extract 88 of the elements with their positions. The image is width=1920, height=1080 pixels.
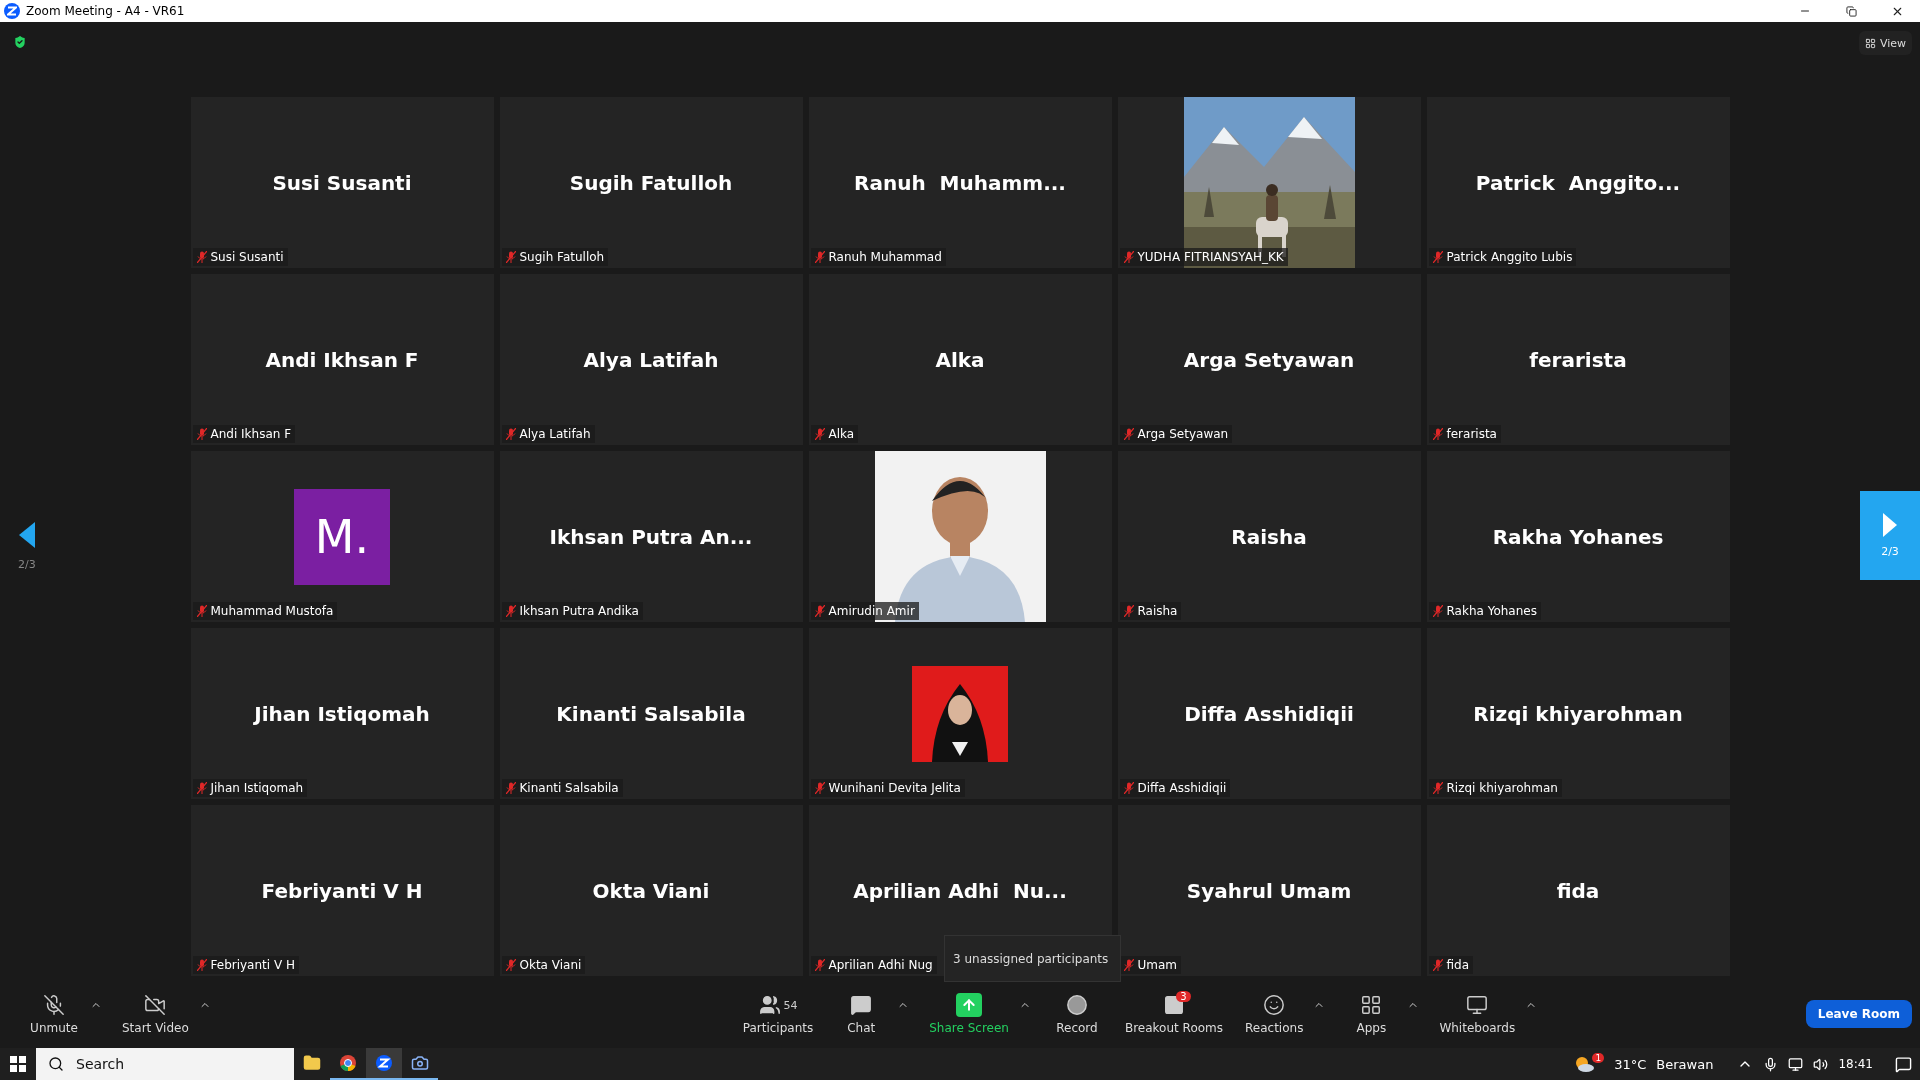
participant-label: Umam xyxy=(1137,958,1177,972)
participant-name: Okta Viani xyxy=(592,878,710,903)
whiteboards-button[interactable]: Whiteboards xyxy=(1433,989,1522,1039)
notification-icon[interactable] xyxy=(1895,1055,1912,1073)
restore-icon xyxy=(1845,5,1857,17)
smiley-icon xyxy=(1263,994,1286,1016)
participants-button[interactable]: 54 Participants xyxy=(736,989,820,1039)
muted-mic-icon xyxy=(43,994,65,1016)
participant-label: ferarista xyxy=(1446,427,1497,441)
participant-name: Kinanti Salsabila xyxy=(556,701,746,726)
participant-label: Ranuh Muhammad xyxy=(828,250,942,264)
zoom-app-icon[interactable] xyxy=(366,1048,402,1080)
participant-name: Diffa Asshidiqii xyxy=(1184,701,1354,726)
record-icon xyxy=(1065,994,1088,1016)
participant-label: Okta Viani xyxy=(519,958,582,972)
record-button[interactable]: Record xyxy=(1044,989,1109,1039)
participant-label: Andi Ikhsan F xyxy=(210,427,292,441)
participant-name: Jihan Istiqomah xyxy=(254,701,430,726)
breakout-button[interactable]: Breakout Rooms 3 xyxy=(1118,989,1229,1039)
participant-label: Alya Latifah xyxy=(519,427,591,441)
participant-label: Febriyanti V H xyxy=(210,958,295,972)
share-button[interactable]: Share Screen xyxy=(923,989,1015,1039)
participant-label: Alka xyxy=(828,427,855,441)
video-button[interactable]: Start Video xyxy=(116,989,195,1039)
participant-label: Rakha Yohanes xyxy=(1446,604,1537,618)
participant-label: YUDHA FITRIANSYAH_KK xyxy=(1137,250,1284,264)
participant-name: Patrick Anggito... xyxy=(1475,170,1681,195)
participant-label: Jihan Istiqomah xyxy=(210,781,304,795)
next-arrow-icon xyxy=(1883,513,1897,537)
participant-name: Alya Latifah xyxy=(583,347,719,372)
view-button[interactable]: View xyxy=(1858,31,1912,55)
weather-icon xyxy=(1574,1055,1595,1073)
search-icon xyxy=(48,1056,64,1072)
temperature: 31°C xyxy=(1614,1056,1647,1072)
participant-name: Rakha Yohanes xyxy=(1492,524,1664,549)
participant-label: Kinanti Salsabila xyxy=(519,781,619,795)
participant-name: Sugih Fatulloh xyxy=(569,170,733,195)
participant-name: Andi Ikhsan F xyxy=(265,347,419,372)
participant-label: Wunihani Devita Jelita xyxy=(828,781,961,795)
participant-label: Muhammad Mustofa xyxy=(210,604,334,618)
participant-name: Raisha xyxy=(1231,524,1307,549)
participant-label: Diffa Asshidiqii xyxy=(1137,781,1227,795)
participant-name: Ikhsan Putra An... xyxy=(549,524,753,549)
chat-icon xyxy=(850,994,873,1016)
participant-name: Febriyanti V H xyxy=(261,878,423,903)
participant-label: Patrick Anggito Lubis xyxy=(1446,250,1573,264)
participant-name: Rizqi khiyarohman xyxy=(1473,701,1683,726)
participant-name: Alka xyxy=(935,347,985,372)
participant-name: Susi Susanti xyxy=(272,170,412,195)
page-indicator: 2/3 xyxy=(18,558,36,571)
mic-button[interactable]: Unmute xyxy=(22,989,86,1039)
app-logo xyxy=(4,3,20,19)
apps-button[interactable]: Apps xyxy=(1339,989,1404,1039)
participant-label: Ikhsan Putra Andika xyxy=(519,604,639,618)
participant-label: Rizqi khiyarohman xyxy=(1446,781,1558,795)
whiteboard-icon xyxy=(1466,994,1489,1016)
participant-name: fida xyxy=(1556,878,1600,903)
leave-room-button[interactable]: Leave Room xyxy=(1805,1000,1912,1028)
avatar-initial: M. xyxy=(294,488,390,585)
tooltip-text: 3 unassigned participants xyxy=(953,951,1109,966)
apps-icon xyxy=(1360,994,1383,1016)
participant-label: Arga Setyawan xyxy=(1137,427,1229,441)
video-off-icon xyxy=(144,994,167,1016)
participant-name: Arga Setyawan xyxy=(1183,347,1355,372)
participant-count: 54 xyxy=(783,998,798,1012)
search-field[interactable]: Search xyxy=(36,1048,294,1080)
people-icon xyxy=(758,994,781,1016)
participant-name: Aprilian Adhi Nu... xyxy=(853,878,1067,903)
weather-condition: Berawan xyxy=(1656,1056,1714,1072)
notification-badge: 1 xyxy=(1592,1053,1605,1063)
window-title: Zoom Meeting - A4 - VR61 xyxy=(26,4,186,18)
chat-button[interactable]: Chat xyxy=(829,989,894,1039)
participant-label: Raisha xyxy=(1137,604,1178,618)
participant-name: Ranuh Muhamm... xyxy=(854,170,1066,195)
participant-label: Aprilian Adhi Nug xyxy=(828,958,933,972)
participant-label: Amirudin Amir xyxy=(828,604,915,618)
participant-name: Syahrul Umam xyxy=(1186,878,1352,903)
mic-icon[interactable] xyxy=(1763,1056,1779,1072)
participant-name: ferarista xyxy=(1529,347,1627,372)
volume-icon[interactable] xyxy=(1813,1056,1829,1072)
previous-page-icon[interactable] xyxy=(18,522,35,548)
clock-time: 18:41 xyxy=(1838,1057,1873,1071)
count-badge: 3 xyxy=(1176,991,1191,1002)
participant-label: Sugih Fatulloh xyxy=(519,250,605,264)
reactions-button[interactable]: Reactions xyxy=(1239,989,1310,1039)
participant-label: Susi Susanti xyxy=(210,250,284,264)
network-icon[interactable] xyxy=(1788,1056,1804,1072)
participant-label: fida xyxy=(1446,958,1470,972)
